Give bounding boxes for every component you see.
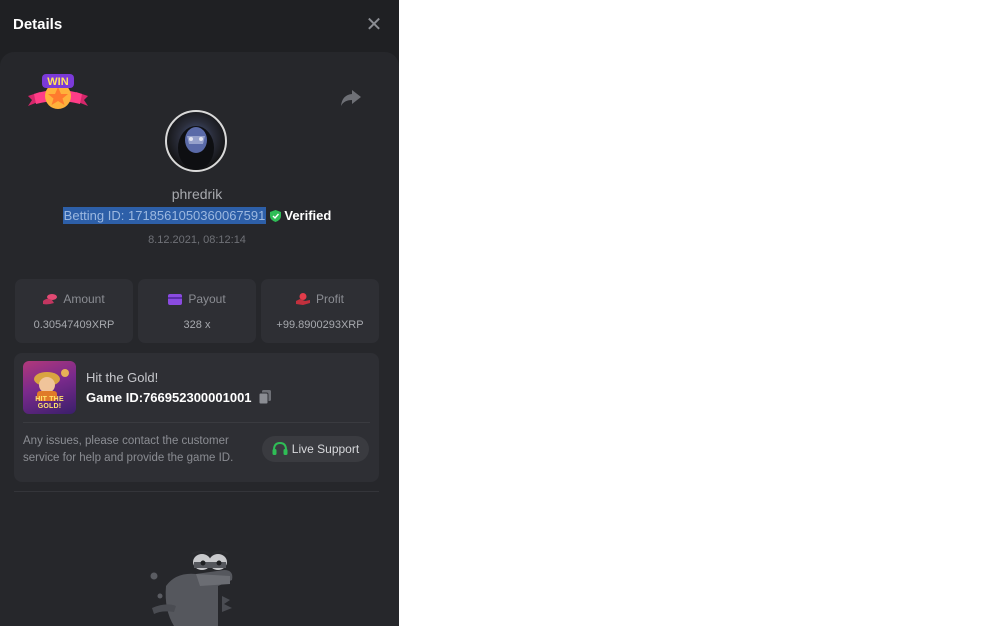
divider [23,422,370,423]
bet-timestamp: 8.12.2021, 08:12:14 [148,234,246,246]
game-thumbnail-label: HIT THE GOLD! [35,396,64,410]
game-id-row: Game ID:766952300001001 [86,390,272,405]
headset-icon [272,441,288,455]
stat-amount-label: Amount [63,292,105,306]
details-panel: Details ✕ WIN phredrik Betting ID: 17185… [0,0,399,626]
stat-payout: Payout 328 x [138,279,256,343]
betting-id-row: Betting ID: 171856105036006759​1 Verified [0,207,394,224]
hand-coin-icon [295,293,310,305]
verified-label: Verified [284,208,332,223]
betting-id[interactable]: Betting ID: 171856105036006759​1 [62,207,267,224]
shield-check-icon [270,210,282,222]
copy-icon[interactable] [259,390,272,404]
close-button[interactable]: ✕ [364,15,384,35]
win-badge-icon: WIN [28,74,88,109]
verified-badge: Verified [270,208,331,223]
stat-profit-value: +99.8900293XRP [276,319,364,331]
stat-amount-value: 0.30547409XRP [33,319,115,331]
live-support-label: Live Support [291,442,360,456]
game-thumbnail[interactable]: HIT THE GOLD! [23,361,76,414]
avatar [165,110,227,172]
support-message: Any issues, please contact the customer … [23,435,234,464]
coins-icon [43,294,58,305]
stat-profit: Profit +99.8900293XRP [261,279,379,343]
game-id-value: 766952300001001 [143,390,252,405]
panel-header: Details ✕ [0,0,399,52]
stat-profit-label: Profit [315,292,344,306]
stat-amount: Amount 0.30547409XRP [15,279,133,343]
stat-payout-value: 328 x [183,319,211,331]
crocodile-mascot-icon [150,550,233,626]
game-info-box: HIT THE GOLD! Hit the Gold! Game ID:7669… [14,353,379,482]
share-icon[interactable] [340,88,362,108]
game-title: Hit the Gold! [86,370,159,385]
divider [14,491,379,492]
panel-title: Details [13,16,63,33]
card-icon [168,294,183,305]
username: phredrik [171,186,223,202]
game-id-label: Game ID: [86,390,144,405]
svg-text:WIN: WIN [47,76,68,88]
close-icon: ✕ [365,14,383,36]
stat-payout-label: Payout [188,292,226,306]
live-support-button[interactable]: Live Support [262,436,369,462]
